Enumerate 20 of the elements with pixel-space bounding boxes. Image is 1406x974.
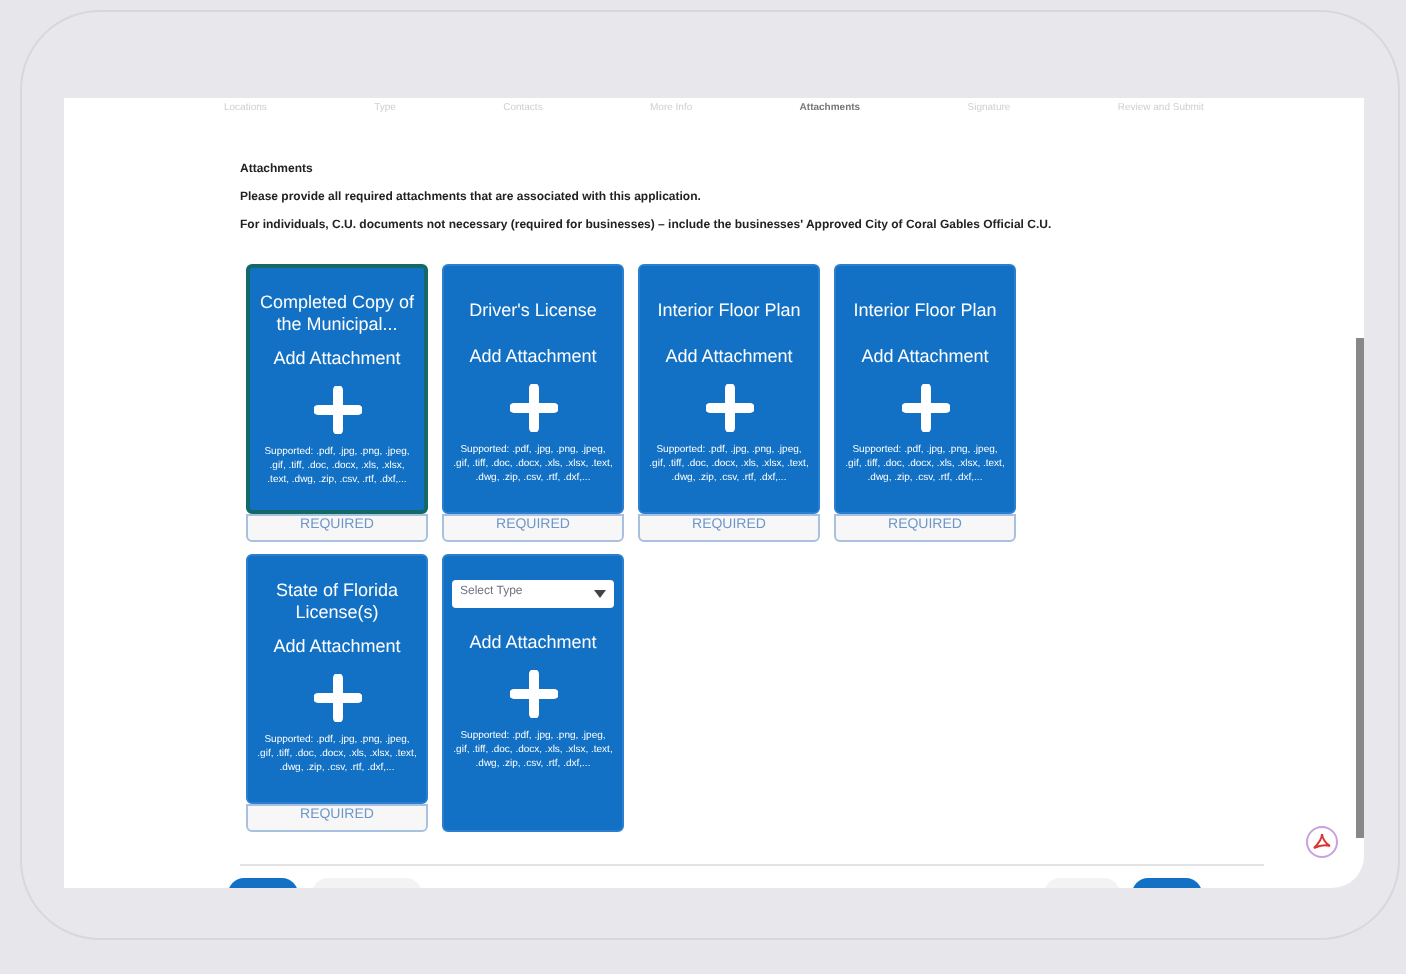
plus-icon xyxy=(901,383,949,431)
attachment-title: Interior Floor Plan xyxy=(657,298,801,324)
plus-icon xyxy=(509,383,557,431)
attachment-title: Completed Copy of the Municipal... xyxy=(258,291,416,335)
add-attachment-label: Add Attachment xyxy=(273,347,401,369)
add-attachment-label: Add Attachment xyxy=(273,635,401,657)
add-attachment-label: Add Attachment xyxy=(861,345,989,367)
plus-icon xyxy=(313,385,361,433)
caret-icon xyxy=(594,589,606,597)
plus-icon xyxy=(705,383,753,431)
attachment-title: Driver's License xyxy=(469,298,597,324)
add-attachment-label: Add Attachment xyxy=(665,345,793,367)
pdf-button[interactable] xyxy=(1306,826,1338,858)
attachment-title: Interior Floor Plan xyxy=(853,298,997,324)
pdf-icon xyxy=(1312,832,1332,852)
attachment-title: State of Florida License(s) xyxy=(273,579,401,623)
plus-icon xyxy=(509,669,557,717)
plus-icon xyxy=(313,673,361,721)
add-attachment-label: Add Attachment xyxy=(469,345,597,367)
add-attachment-label: Add Attachment xyxy=(469,631,597,653)
